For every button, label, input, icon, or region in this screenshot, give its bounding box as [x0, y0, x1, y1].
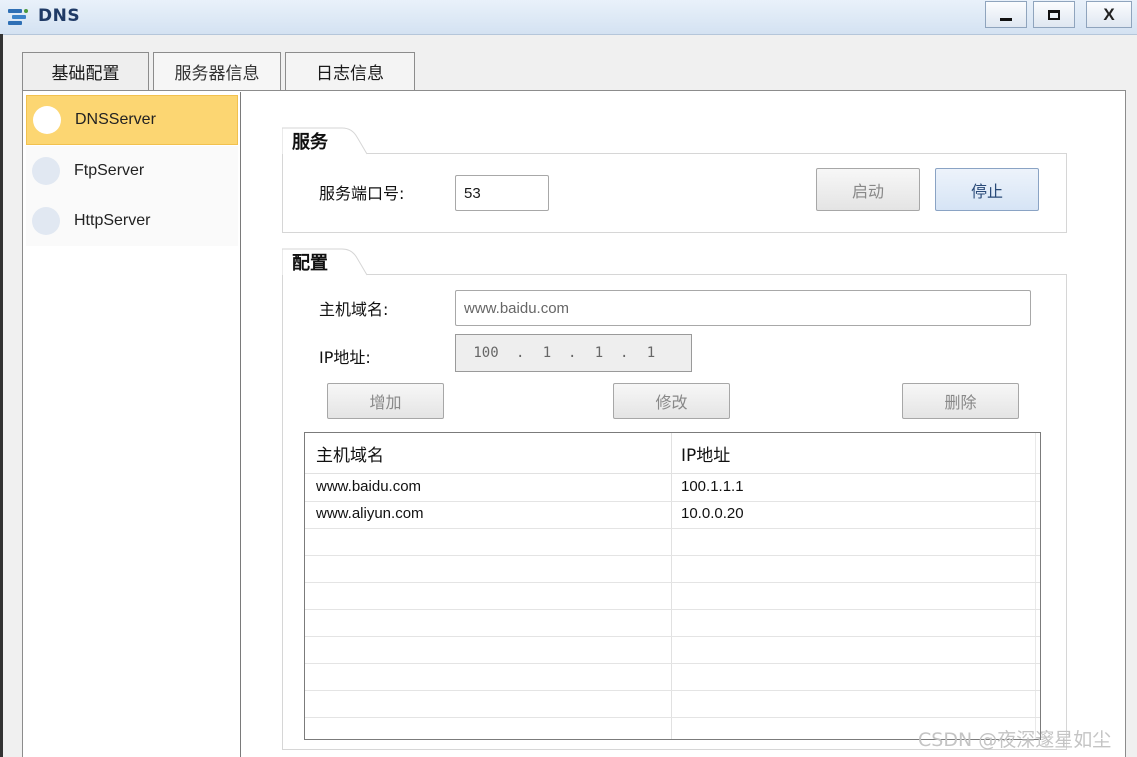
dns-records-table: 主机域名 IP地址 www.baidu.com 100.1.1.1 www.al…	[304, 432, 1041, 740]
table-row-empty[interactable]	[305, 528, 1040, 556]
table-row[interactable]: www.baidu.com 100.1.1.1	[305, 474, 1040, 502]
maximize-icon	[1048, 9, 1060, 20]
close-icon: X	[1103, 4, 1115, 24]
sidebar-item-ftpserver[interactable]: FtpServer	[26, 146, 238, 196]
ip-octet-2[interactable]: 1	[526, 345, 568, 361]
service-group-title: 服务	[282, 127, 382, 155]
minimize-icon	[1000, 18, 1012, 21]
port-input[interactable]: 53	[455, 175, 549, 211]
tab-server-info[interactable]: 服务器信息	[153, 52, 281, 90]
ip-address-input[interactable]: 100 . 1 . 1 . 1	[455, 334, 692, 372]
table-row-empty[interactable]	[305, 663, 1040, 691]
cell-ip: 100.1.1.1	[681, 478, 744, 495]
cell-host: www.aliyun.com	[316, 505, 424, 522]
table-header: 主机域名 IP地址	[305, 433, 1040, 474]
table-row-empty[interactable]	[305, 690, 1040, 718]
server-sidebar: DNSServer FtpServer HttpServer	[24, 92, 241, 757]
table-row-empty[interactable]	[305, 636, 1040, 664]
server-status-icon	[32, 157, 60, 185]
column-header-ip[interactable]: IP地址	[681, 441, 730, 466]
stop-button[interactable]: 停止	[935, 168, 1039, 211]
config-group-title: 配置	[282, 248, 382, 276]
config-title-text: 配置	[292, 253, 328, 274]
sidebar-item-label: HttpServer	[74, 212, 151, 229]
ip-dot: .	[568, 345, 577, 361]
start-button[interactable]: 启动	[816, 168, 920, 211]
table-row-empty[interactable]	[305, 555, 1040, 583]
tab-basic-config[interactable]: 基础配置	[22, 52, 149, 90]
minimize-button[interactable]	[985, 1, 1027, 28]
ip-dot: .	[516, 345, 525, 361]
ip-label: IP地址:	[319, 348, 371, 367]
ip-octet-3[interactable]: 1	[578, 345, 620, 361]
table-row-empty[interactable]	[305, 609, 1040, 637]
host-label: 主机域名:	[319, 300, 389, 319]
port-label: 服务端口号:	[319, 184, 405, 203]
watermark: CSDN @夜深邃星如尘	[918, 729, 1112, 751]
column-header-host[interactable]: 主机域名	[316, 441, 384, 466]
sidebar-item-httpserver[interactable]: HttpServer	[26, 196, 238, 246]
cell-host: www.baidu.com	[316, 478, 422, 495]
window-title: DNS	[38, 6, 81, 26]
table-row-empty[interactable]	[305, 582, 1040, 610]
ip-octet-1[interactable]: 100	[456, 345, 516, 361]
ip-dot: .	[620, 345, 629, 361]
server-status-icon	[33, 106, 61, 134]
cell-ip: 10.0.0.20	[681, 505, 744, 522]
sidebar-item-label: DNSServer	[75, 111, 156, 128]
close-button[interactable]: X	[1086, 1, 1132, 28]
maximize-button[interactable]	[1033, 1, 1075, 28]
host-input[interactable]: www.baidu.com	[455, 290, 1031, 326]
delete-button[interactable]: 删除	[902, 383, 1019, 419]
server-status-icon	[32, 207, 60, 235]
service-title-text: 服务	[292, 132, 328, 153]
add-button[interactable]: 增加	[327, 383, 444, 419]
ip-octet-4[interactable]: 1	[630, 345, 672, 361]
modify-button[interactable]: 修改	[613, 383, 730, 419]
window-left-border	[0, 34, 3, 757]
sidebar-item-dnsserver[interactable]: DNSServer	[26, 95, 238, 145]
sidebar-item-label: FtpServer	[74, 162, 145, 179]
title-bar: DNS X	[0, 0, 1137, 35]
tab-log-info[interactable]: 日志信息	[285, 52, 415, 90]
table-row[interactable]: www.aliyun.com 10.0.0.20	[305, 501, 1040, 529]
dns-app-icon	[8, 9, 28, 25]
